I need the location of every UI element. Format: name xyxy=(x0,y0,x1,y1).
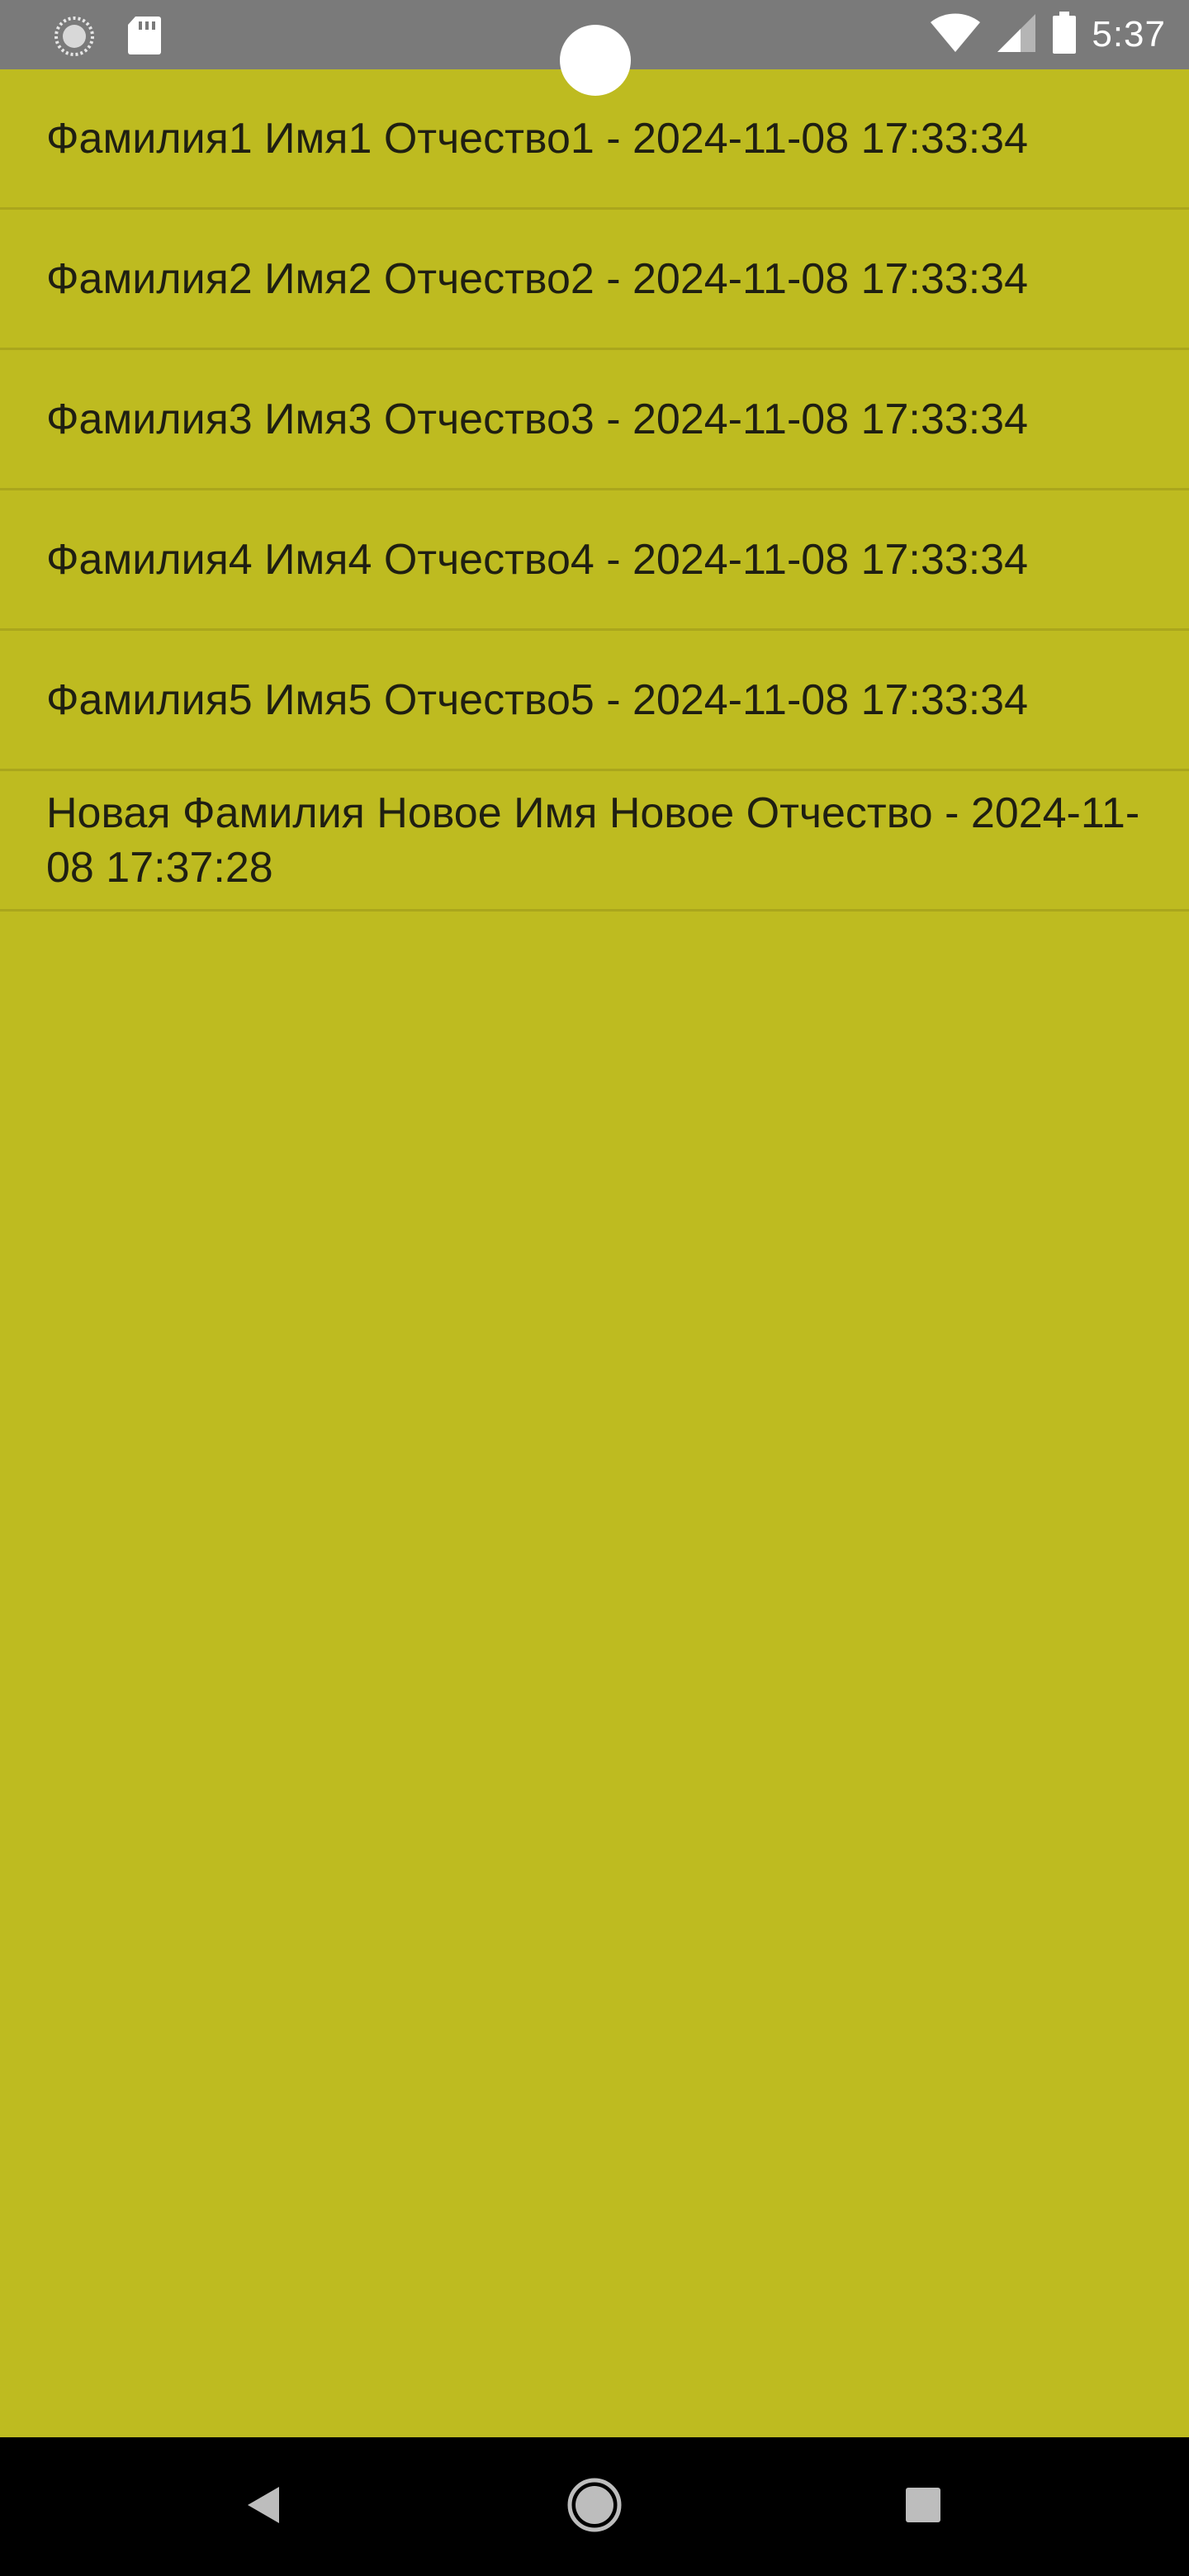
list-item-label: Фамилия2 Имя2 Отчество2 - 2024-11-08 17:… xyxy=(46,254,1028,303)
list-item[interactable]: Фамилия3 Имя3 Отчество3 - 2024-11-08 17:… xyxy=(0,350,1189,490)
loading-circle-icon xyxy=(53,15,96,62)
navigation-bar xyxy=(0,2437,1189,2576)
home-button[interactable] xyxy=(528,2437,661,2576)
recents-icon xyxy=(904,2486,942,2528)
list-item-label: Новая Фамилия Новое Имя Новое Отчество -… xyxy=(46,788,1140,892)
list-item[interactable]: Фамилия4 Имя4 Отчество4 - 2024-11-08 17:… xyxy=(0,490,1189,631)
list-item-label: Фамилия5 Имя5 Отчество5 - 2024-11-08 17:… xyxy=(46,675,1028,724)
wifi-icon xyxy=(930,12,981,58)
list-item[interactable]: Фамилия5 Имя5 Отчество5 - 2024-11-08 17:… xyxy=(0,631,1189,771)
list-item-label: Фамилия1 Имя1 Отчество1 - 2024-11-08 17:… xyxy=(46,114,1028,163)
back-icon xyxy=(244,2484,284,2531)
person-list: Фамилия1 Имя1 Отчество1 - 2024-11-08 17:… xyxy=(0,69,1189,912)
list-item-label: Фамилия3 Имя3 Отчество3 - 2024-11-08 17:… xyxy=(46,395,1028,443)
recents-button[interactable] xyxy=(857,2437,989,2576)
battery-icon xyxy=(1052,11,1077,59)
app-screen: 5:37 Фамилия1 Имя1 Отчество1 - 2024-11-0… xyxy=(0,0,1189,2576)
list-item-label: Фамилия4 Имя4 Отчество4 - 2024-11-08 17:… xyxy=(46,535,1028,584)
home-icon xyxy=(565,2475,624,2539)
back-button[interactable] xyxy=(198,2437,330,2576)
list-item[interactable]: Фамилия1 Имя1 Отчество1 - 2024-11-08 17:… xyxy=(0,69,1189,210)
list-item[interactable]: Новая Фамилия Новое Имя Новое Отчество -… xyxy=(0,771,1189,912)
status-right-group: 5:37 xyxy=(930,0,1166,69)
cell-signal-icon xyxy=(996,12,1037,58)
sd-card-icon xyxy=(126,15,162,60)
status-clock: 5:37 xyxy=(1092,14,1166,54)
list-item[interactable]: Фамилия2 Имя2 Отчество2 - 2024-11-08 17:… xyxy=(0,210,1189,350)
